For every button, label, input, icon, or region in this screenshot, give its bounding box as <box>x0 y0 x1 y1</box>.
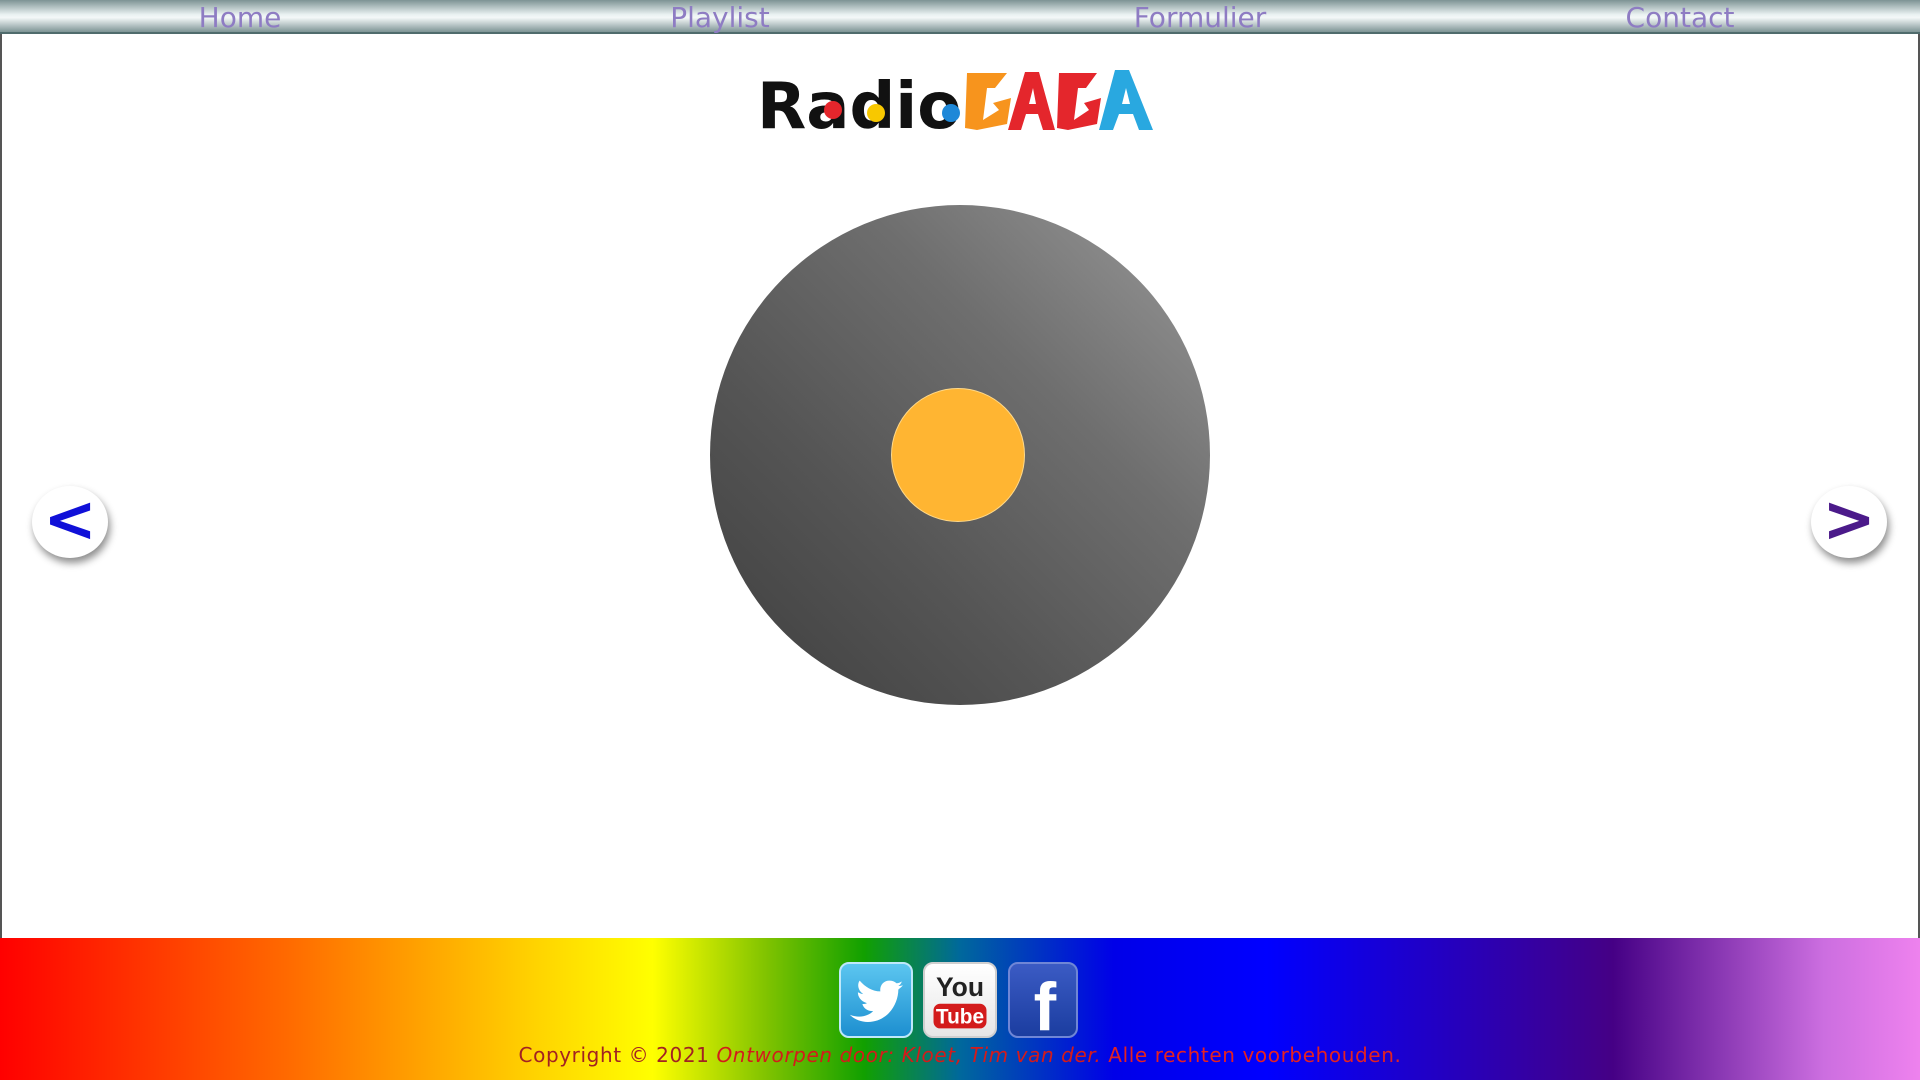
logo-a2 <box>1099 70 1153 130</box>
logo-dot-blue <box>942 104 960 122</box>
logo-dot-yellow <box>867 104 885 122</box>
svg-text:Tube: Tube <box>936 1006 984 1029</box>
facebook-link[interactable]: f <box>1008 962 1078 1038</box>
logo-dot-red <box>824 101 842 119</box>
nav-home[interactable]: Home <box>0 0 480 34</box>
previous-button[interactable]: < <box>32 486 108 558</box>
youtube-icon: You Tube <box>933 972 987 1029</box>
disc-center-label <box>891 388 1025 522</box>
next-button[interactable]: > <box>1811 486 1887 558</box>
logo-a1 <box>1008 72 1055 130</box>
nav-playlist[interactable]: Playlist <box>480 0 960 34</box>
nav-formulier[interactable]: Formulier <box>960 0 1440 34</box>
top-navigation: Home Playlist Formulier Contact <box>0 0 1920 34</box>
twitter-link[interactable] <box>839 962 913 1038</box>
copyright-suffix: Alle rechten voorbehouden. <box>1108 1043 1402 1067</box>
logo-graphic: Radio <box>757 70 1153 138</box>
facebook-icon: f <box>1034 970 1057 1036</box>
youtube-link[interactable]: You Tube <box>923 962 997 1038</box>
copyright-author: Ontworpen door: Kloet, Tim van der. <box>716 1043 1102 1067</box>
radio-gaga-logo: Radio <box>755 58 1155 138</box>
logo-radio-text: Radio <box>757 70 961 138</box>
nav-contact[interactable]: Contact <box>1440 0 1920 34</box>
copyright-prefix: Copyright © 2021 <box>518 1043 710 1067</box>
vinyl-disc[interactable] <box>710 205 1210 705</box>
svg-text:You: You <box>936 972 984 1002</box>
footer: You Tube f Copyright © 2021 Ontworpen do… <box>0 938 1920 1080</box>
copyright-text: Copyright © 2021 Ontworpen door: Kloet, … <box>0 1042 1920 1068</box>
twitter-icon <box>849 980 903 1022</box>
logo-g1 <box>965 73 1011 130</box>
logo-g2 <box>1057 73 1101 130</box>
svg-text:f: f <box>1034 970 1057 1036</box>
